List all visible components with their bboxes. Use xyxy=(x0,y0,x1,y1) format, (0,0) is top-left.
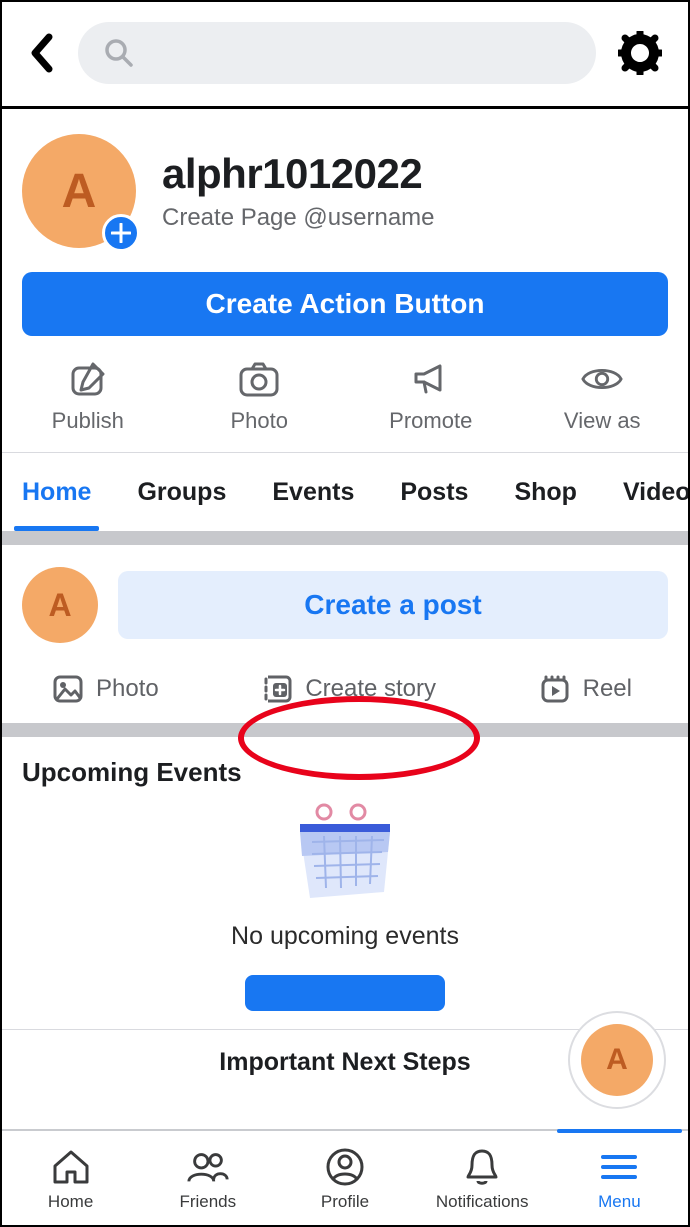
reel-icon xyxy=(539,673,571,705)
back-button[interactable] xyxy=(22,33,62,73)
profile-username-hint[interactable]: Create Page @username xyxy=(162,204,435,232)
top-bar xyxy=(2,2,688,109)
divider xyxy=(2,531,688,545)
floating-chat-button[interactable]: A xyxy=(568,1011,666,1109)
search-icon xyxy=(104,38,134,68)
eye-icon xyxy=(581,358,623,400)
composer-story-label: Create story xyxy=(305,675,436,703)
nav-profile-label: Profile xyxy=(321,1192,369,1212)
nav-friends-label: Friends xyxy=(179,1192,236,1212)
search-input[interactable] xyxy=(78,22,596,84)
create-event-button[interactable] xyxy=(245,975,445,1011)
nav-home[interactable]: Home xyxy=(2,1131,139,1225)
plus-icon xyxy=(111,223,131,243)
nav-menu-label: Menu xyxy=(598,1192,641,1212)
create-post-section: A Create a post Photo xyxy=(2,545,688,723)
create-action-button[interactable]: Create Action Button xyxy=(22,272,668,336)
divider xyxy=(2,723,688,737)
view-as-button[interactable]: View as xyxy=(517,358,689,434)
view-as-label: View as xyxy=(564,408,641,434)
tab-posts[interactable]: Posts xyxy=(398,453,470,531)
tab-shop[interactable]: Shop xyxy=(512,453,579,531)
profile-header: A alphr1012022 Create Page @username xyxy=(2,109,688,268)
avatar[interactable]: A xyxy=(22,134,136,248)
tab-events[interactable]: Events xyxy=(270,453,356,531)
friends-icon xyxy=(186,1145,230,1189)
next-steps-title: Important Next Steps xyxy=(219,1048,470,1077)
quick-action-bar: Publish Photo Promote View as xyxy=(2,348,688,453)
page-title: alphr1012022 xyxy=(162,150,435,198)
promote-button[interactable]: Promote xyxy=(345,358,517,434)
bottom-navigation: Home Friends Profile xyxy=(2,1129,688,1225)
nav-notifications[interactable]: Notifications xyxy=(414,1131,551,1225)
floating-avatar-letter: A xyxy=(581,1024,653,1096)
image-icon xyxy=(52,673,84,705)
nav-home-label: Home xyxy=(48,1192,93,1212)
calendar-icon xyxy=(286,802,404,902)
upcoming-events-section: Upcoming Events No upcoming events xyxy=(2,737,688,1011)
action-button-row: Create Action Button xyxy=(2,268,688,348)
nav-menu[interactable]: Menu xyxy=(551,1131,688,1225)
profile-info: alphr1012022 Create Page @username xyxy=(162,150,435,232)
no-events-text: No upcoming events xyxy=(231,922,459,951)
composer-avatar[interactable]: A xyxy=(22,567,98,643)
nav-friends[interactable]: Friends xyxy=(139,1131,276,1225)
tab-groups[interactable]: Groups xyxy=(135,453,228,531)
camera-icon xyxy=(238,358,280,400)
photo-button[interactable]: Photo xyxy=(174,358,346,434)
settings-button[interactable] xyxy=(612,31,668,75)
gear-icon xyxy=(618,31,662,75)
page-tabs: Home Groups Events Posts Shop Videos xyxy=(2,453,688,531)
home-icon xyxy=(49,1145,93,1189)
photo-label: Photo xyxy=(231,408,289,434)
composer-photo-button[interactable]: Photo xyxy=(22,673,159,705)
profile-icon xyxy=(323,1145,367,1189)
create-post-button[interactable]: Create a post xyxy=(118,571,668,639)
chevron-left-icon xyxy=(29,33,55,73)
composer-photo-label: Photo xyxy=(96,675,159,703)
nav-notifications-label: Notifications xyxy=(436,1192,529,1212)
composer-reel-label: Reel xyxy=(583,675,632,703)
upcoming-events-title: Upcoming Events xyxy=(22,757,668,788)
tab-videos[interactable]: Videos xyxy=(621,453,688,531)
tab-home[interactable]: Home xyxy=(20,453,93,531)
promote-label: Promote xyxy=(389,408,472,434)
composer-reel-button[interactable]: Reel xyxy=(539,673,668,705)
menu-icon xyxy=(597,1145,641,1189)
compose-icon xyxy=(67,358,109,400)
megaphone-icon xyxy=(410,358,452,400)
publish-button[interactable]: Publish xyxy=(2,358,174,434)
story-plus-icon xyxy=(261,673,293,705)
publish-label: Publish xyxy=(52,408,124,434)
add-photo-button[interactable] xyxy=(102,214,140,252)
composer-create-story-button[interactable]: Create story xyxy=(261,673,436,705)
bell-icon xyxy=(460,1145,504,1189)
nav-profile[interactable]: Profile xyxy=(276,1131,413,1225)
